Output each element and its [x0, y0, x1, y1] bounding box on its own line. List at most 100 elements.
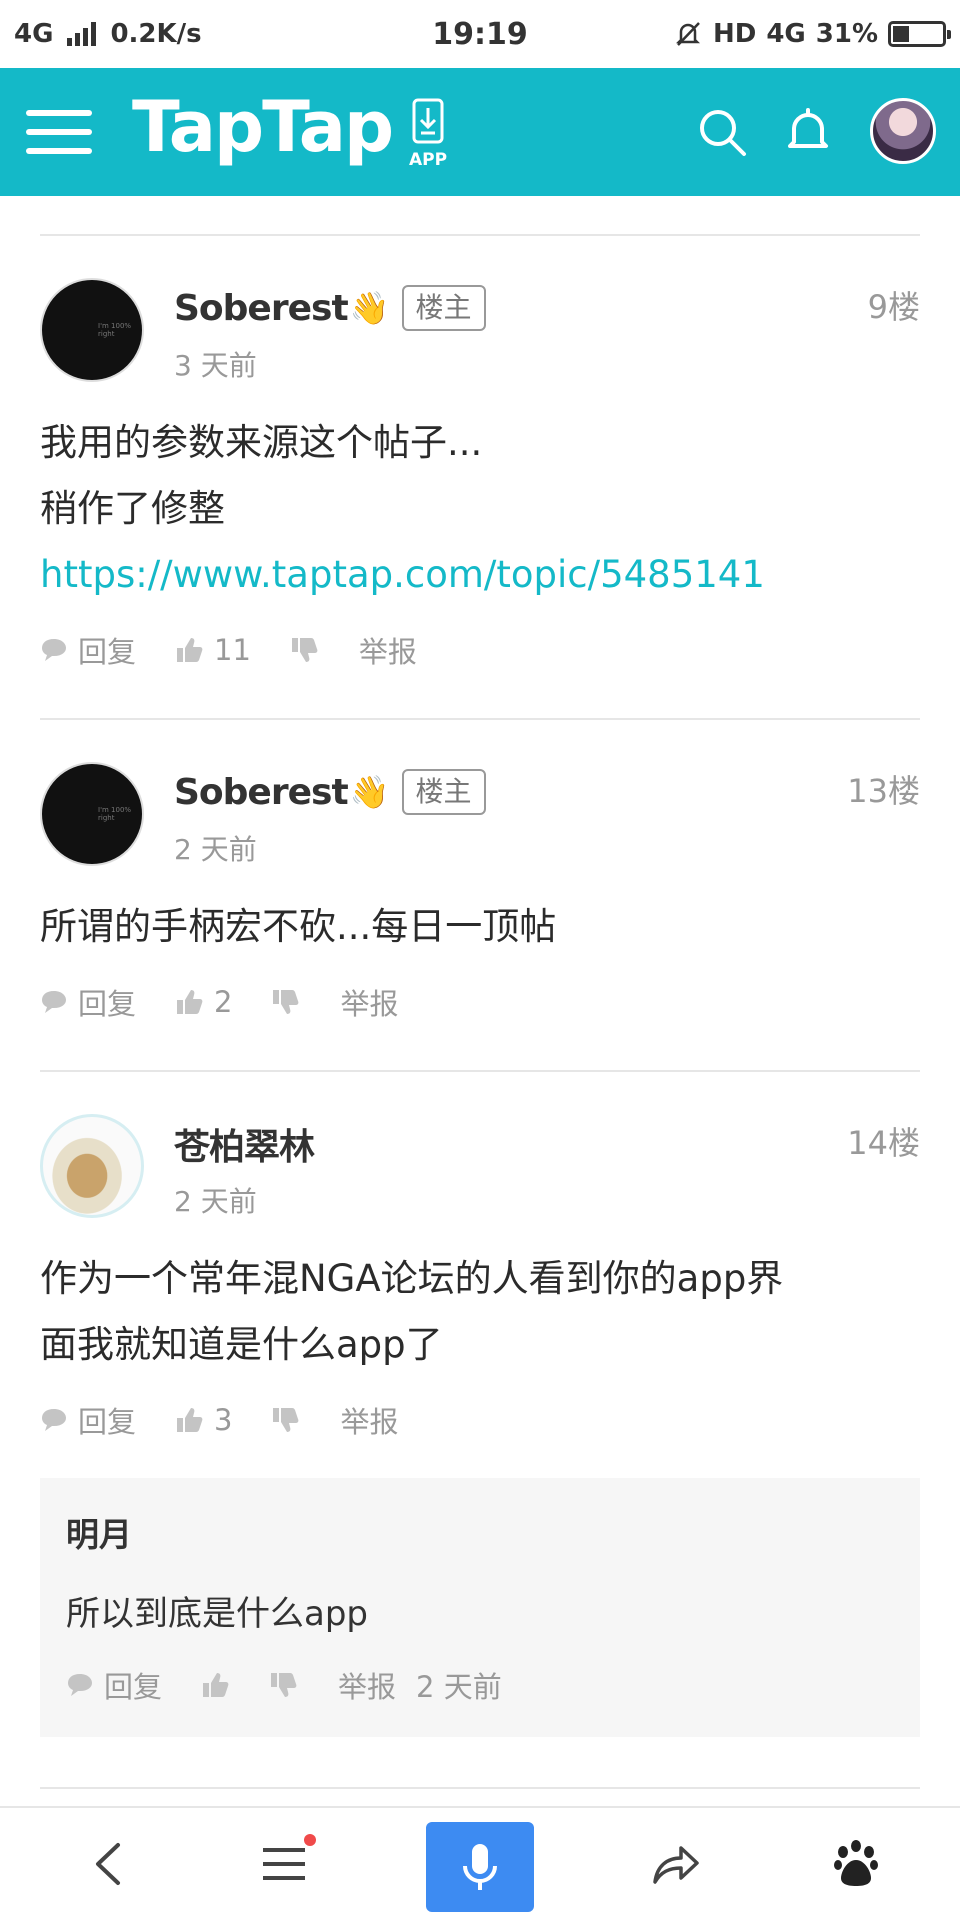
- author-row: Soberest 👋 楼主: [174, 762, 920, 822]
- reply-button[interactable]: 回复: [40, 1399, 136, 1441]
- dislike-button[interactable]: [270, 1671, 298, 1699]
- floor-number: 13楼: [847, 772, 920, 810]
- comment-body: 作为一个常年混NGA论坛的人看到你的app界 面我就知道是什么app了: [40, 1246, 920, 1378]
- author-name[interactable]: 苍柏翠林: [174, 1118, 315, 1170]
- thumbs-down-icon: [273, 1408, 299, 1432]
- like-button[interactable]: 3: [176, 1403, 232, 1437]
- thumbs-down-icon: [271, 1673, 297, 1697]
- op-badge: 楼主: [401, 769, 486, 815]
- share-icon: [653, 1846, 699, 1884]
- download-phone-icon: [412, 98, 444, 144]
- app-header: TapTap APP: [0, 68, 960, 196]
- app-label: APP: [408, 150, 448, 170]
- reply-time: 2 天前: [416, 1670, 502, 1704]
- battery-icon: [888, 21, 951, 47]
- status-bar: 4G 0.2K/s 19:19 HD 4G 31%: [0, 0, 960, 68]
- menu-button[interactable]: [234, 1808, 334, 1920]
- author-name[interactable]: Soberest: [174, 288, 349, 329]
- share-button[interactable]: [626, 1808, 726, 1920]
- report-label: 举报: [340, 1405, 399, 1439]
- report-label: 举报: [338, 1670, 397, 1704]
- thumbs-down-icon: [273, 990, 299, 1014]
- reply-button[interactable]: 回复: [66, 1664, 162, 1706]
- post-time: 2 天前: [174, 1185, 257, 1218]
- op-badge: 楼主: [401, 285, 486, 331]
- speech-bubble-icon: [42, 639, 66, 661]
- post-time: 3 天前: [174, 349, 257, 382]
- status-left: 4G 0.2K/s: [14, 19, 202, 49]
- speech-bubble-icon: [42, 1409, 66, 1431]
- hd-label: HD: [712, 19, 757, 49]
- comment-body: 所谓的手柄宏不砍...每日一顶帖: [40, 894, 920, 960]
- comment-line: 所谓的手柄宏不砍...每日一顶帖: [40, 905, 557, 948]
- comment-line: 我用的参数来源这个帖子...: [40, 421, 483, 464]
- voice-search-button[interactable]: [426, 1822, 534, 1912]
- thumbs-up-icon: [177, 638, 203, 662]
- report-button[interactable]: 举报: [340, 1399, 398, 1441]
- wave-emoji: 👋: [349, 773, 390, 811]
- menu-icon: [263, 1848, 305, 1880]
- report-button[interactable]: 举报: [359, 629, 417, 671]
- comment-header: Soberest 👋 楼主 2 天前 13楼: [174, 762, 920, 868]
- reply-button[interactable]: 回复: [40, 629, 136, 671]
- hamburger-menu-icon[interactable]: [26, 108, 92, 156]
- browser-bottom-nav: [0, 1806, 960, 1920]
- dislike-button[interactable]: [272, 988, 300, 1016]
- app-download-button[interactable]: APP: [405, 98, 451, 178]
- like-count: 3: [214, 1403, 233, 1437]
- thumbs-up-icon: [203, 1673, 229, 1697]
- comment-list: I'm 100% right Soberest 👋 楼主 3 天前 9楼 我用的…: [40, 196, 920, 1789]
- author-avatar[interactable]: I'm 100% right: [40, 278, 144, 382]
- like-count: 11: [214, 633, 251, 667]
- post-time: 2 天前: [174, 833, 257, 866]
- comment-body: 我用的参数来源这个帖子... 稍作了修整 https://www.taptap.…: [40, 410, 920, 608]
- comment-header: Soberest 👋 楼主 3 天前 9楼: [174, 278, 920, 384]
- author-name[interactable]: Soberest: [174, 772, 349, 813]
- comment-item: 苍柏翠林 2 天前 14楼 作为一个常年混NGA论坛的人看到你的app界 面我就…: [40, 1072, 920, 1737]
- back-button[interactable]: [58, 1808, 158, 1920]
- comment-header: 苍柏翠林 2 天前 14楼: [174, 1114, 920, 1220]
- notification-bell-icon[interactable]: [780, 104, 836, 160]
- divider: [40, 1787, 920, 1789]
- wave-emoji: 👋: [349, 289, 390, 327]
- speech-bubble-icon: [68, 1674, 92, 1696]
- author-row: 苍柏翠林: [174, 1114, 920, 1174]
- like-button[interactable]: [202, 1671, 230, 1699]
- topic-link[interactable]: https://www.taptap.com/topic/5485141: [40, 542, 920, 608]
- battery-percent: 31%: [815, 19, 878, 49]
- reply-actions: 回复 举报 2 天前: [66, 1657, 894, 1713]
- user-avatar[interactable]: [870, 98, 936, 164]
- comment-actions: 回复 2 举报: [40, 974, 920, 1030]
- author-row: Soberest 👋 楼主: [174, 278, 920, 338]
- taptap-logo[interactable]: TapTap: [132, 86, 394, 168]
- comment-item: I'm 100% right Soberest 👋 楼主 2 天前 13楼 所谓…: [40, 720, 920, 1030]
- microphone-icon: [463, 1844, 497, 1890]
- comment-actions: 回复 3 举报: [40, 1392, 920, 1448]
- comment-line: 面我就知道是什么app了: [40, 1323, 443, 1366]
- report-label: 举报: [340, 987, 399, 1021]
- like-button[interactable]: 11: [176, 633, 251, 667]
- author-avatar[interactable]: I'm 100% right: [40, 762, 144, 866]
- network-label: 4G: [14, 19, 54, 49]
- reply-author[interactable]: 明月: [66, 1508, 894, 1556]
- report-button[interactable]: 举报: [340, 981, 398, 1023]
- thumbs-up-icon: [177, 1408, 203, 1432]
- mute-bell-icon: [675, 22, 701, 46]
- reply-label: 回复: [78, 1405, 137, 1439]
- baidu-button[interactable]: [806, 1808, 906, 1920]
- author-avatar[interactable]: [40, 1114, 144, 1218]
- report-button[interactable]: 举报: [338, 1664, 396, 1706]
- report-label: 举报: [358, 635, 417, 669]
- comment-item: I'm 100% right Soberest 👋 楼主 3 天前 9楼 我用的…: [40, 236, 920, 678]
- comment-actions: 回复 11 举报: [40, 622, 920, 678]
- reply-button[interactable]: 回复: [40, 981, 136, 1023]
- dislike-button[interactable]: [291, 636, 319, 664]
- like-button[interactable]: 2: [176, 985, 232, 1019]
- reply-label: 回复: [78, 987, 137, 1021]
- network-right-label: 4G: [766, 19, 806, 49]
- search-icon[interactable]: [694, 104, 750, 160]
- notification-dot: [304, 1834, 316, 1846]
- dislike-button[interactable]: [272, 1406, 300, 1434]
- thumbs-up-icon: [177, 990, 203, 1014]
- status-right: HD 4G 31%: [673, 19, 951, 49]
